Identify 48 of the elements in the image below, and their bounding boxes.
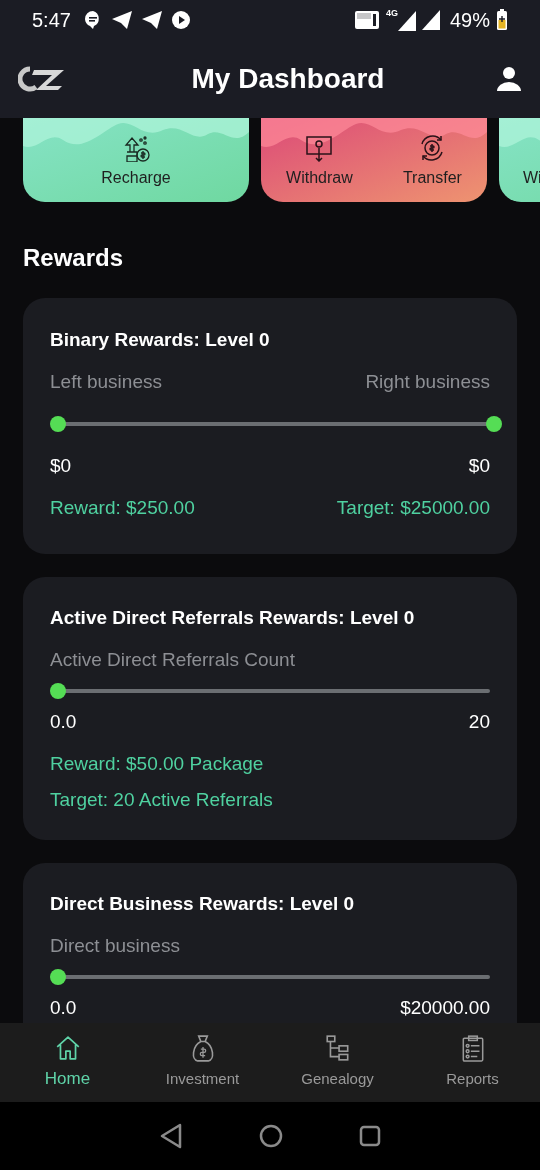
- play-icon: [170, 10, 191, 30]
- logo-icon: [18, 66, 64, 92]
- paper-plane-icon: [110, 10, 133, 30]
- slider-track[interactable]: [50, 416, 502, 432]
- action-button[interactable]: Wi: [523, 166, 540, 190]
- battery-percent: 49%: [449, 8, 490, 33]
- signal-icon: [397, 11, 416, 31]
- slider-thumb[interactable]: [50, 416, 66, 432]
- slider-thumb[interactable]: [50, 683, 66, 699]
- min-value: $0: [50, 453, 72, 478]
- battery-icon: [496, 9, 508, 31]
- section-title: Rewards: [23, 243, 125, 273]
- reward-text: Reward: $50.00 Package: [50, 751, 264, 776]
- min-value: 0.0: [50, 709, 77, 734]
- slider-label: Active Direct Referrals Count: [50, 647, 295, 672]
- slider-thumb[interactable]: [486, 416, 502, 432]
- nav-tab[interactable]: Home: [0, 1023, 135, 1102]
- nav-tab[interactable]: Investment: [135, 1023, 270, 1102]
- status-time: 5:47: [32, 8, 71, 33]
- max-value: $0: [468, 453, 490, 478]
- target-text: Target: $25000.00: [336, 495, 490, 520]
- back-icon[interactable]: [159, 1123, 183, 1149]
- profile-icon[interactable]: [496, 66, 522, 92]
- target-text: Target: 20 Active Referrals: [50, 787, 273, 812]
- recharge-icon: [122, 134, 150, 162]
- signal-icon: [421, 10, 440, 30]
- slider-label: Right business: [365, 369, 490, 394]
- slider-thumb[interactable]: [50, 969, 66, 985]
- nav-tab[interactable]: Genealogy: [270, 1023, 405, 1102]
- reward-text: Reward: $250.00: [50, 495, 195, 520]
- nav-tab[interactable]: Reports: [405, 1023, 540, 1102]
- tree-icon: [323, 1034, 352, 1063]
- slider-label: Direct business: [50, 933, 180, 958]
- card-title: Active Direct Referrals Rewards: Level 0: [50, 605, 415, 630]
- max-value: 20: [468, 709, 490, 734]
- card-title: Direct Business Rewards: Level 0: [50, 891, 355, 916]
- recents-icon[interactable]: [359, 1125, 381, 1147]
- action-button[interactable]: Withdraw: [286, 134, 353, 190]
- slider-label: Left business: [50, 369, 162, 394]
- max-value: $20000.00: [400, 995, 490, 1020]
- min-value: 0.0: [50, 995, 77, 1020]
- paper-plane-icon: [140, 10, 163, 30]
- network-type: 4G: [385, 7, 398, 20]
- withdraw-icon: [305, 134, 334, 162]
- app-title: My Dashboard: [191, 62, 385, 96]
- home-circle-icon[interactable]: [259, 1124, 283, 1148]
- action-button[interactable]: Transfer: [402, 134, 462, 190]
- card-title: Binary Rewards: Level 0: [50, 327, 270, 352]
